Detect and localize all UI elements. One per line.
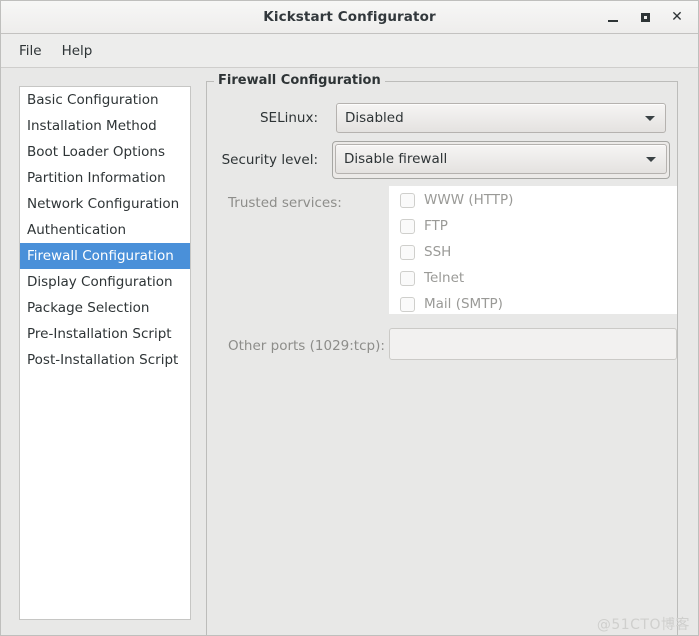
maximize-icon bbox=[640, 12, 650, 22]
sidebar-item-authentication[interactable]: Authentication bbox=[20, 217, 190, 243]
service-label: Telnet bbox=[424, 270, 465, 286]
sidebar-nav-list[interactable]: Basic Configuration Installation Method … bbox=[19, 86, 191, 620]
checkbox-ssh[interactable] bbox=[400, 244, 415, 260]
security-level-row: Security level: Disable firewall bbox=[218, 141, 670, 179]
sidebar-item-network-configuration[interactable]: Network Configuration bbox=[20, 191, 190, 217]
sidebar-item-post-installation-script[interactable]: Post-Installation Script bbox=[20, 347, 190, 373]
other-ports-label: Other ports (1029:tcp): bbox=[228, 338, 385, 354]
service-label: FTP bbox=[424, 218, 448, 234]
menu-help[interactable]: Help bbox=[52, 39, 103, 63]
checkbox-mail-smtp[interactable] bbox=[400, 296, 415, 312]
application-window: Kickstart Configurator ✕ File Help Basic… bbox=[0, 0, 699, 636]
trusted-services-list[interactable]: WWW (HTTP) FTP SSH Telnet Mail (SMTP) bbox=[389, 186, 677, 314]
sidebar-item-partition-information[interactable]: Partition Information bbox=[20, 165, 190, 191]
close-icon: ✕ bbox=[671, 9, 683, 25]
window-controls: ✕ bbox=[598, 1, 692, 33]
service-row[interactable]: Telnet bbox=[390, 265, 676, 291]
minimize-button[interactable] bbox=[598, 4, 628, 30]
service-row[interactable]: SSH bbox=[390, 239, 676, 265]
trusted-services-label: Trusted services: bbox=[228, 195, 342, 211]
checkbox-telnet[interactable] bbox=[400, 270, 415, 286]
service-label: WWW (HTTP) bbox=[424, 192, 514, 208]
firewall-configuration-group: Firewall Configuration SELinux: Disabled… bbox=[206, 73, 678, 635]
close-button[interactable]: ✕ bbox=[662, 4, 692, 30]
checkbox-ftp[interactable] bbox=[400, 218, 415, 234]
sidebar-item-display-configuration[interactable]: Display Configuration bbox=[20, 269, 190, 295]
service-row[interactable]: FTP bbox=[390, 213, 676, 239]
sidebar-item-pre-installation-script[interactable]: Pre-Installation Script bbox=[20, 321, 190, 347]
window-title: Kickstart Configurator bbox=[263, 9, 436, 25]
security-level-value: Disable firewall bbox=[344, 151, 448, 167]
service-label: Mail (SMTP) bbox=[424, 296, 503, 312]
sidebar-item-basic-configuration[interactable]: Basic Configuration bbox=[20, 87, 190, 113]
title-bar: Kickstart Configurator ✕ bbox=[1, 1, 698, 34]
sidebar-item-package-selection[interactable]: Package Selection bbox=[20, 295, 190, 321]
minimize-icon bbox=[608, 19, 618, 22]
maximize-button[interactable] bbox=[630, 4, 660, 30]
security-level-combobox[interactable]: Disable firewall bbox=[335, 144, 667, 174]
security-level-focus-ring: Disable firewall bbox=[332, 141, 670, 179]
service-row[interactable]: WWW (HTTP) bbox=[390, 187, 676, 213]
menu-bar: File Help bbox=[1, 34, 698, 68]
selinux-combobox[interactable]: Disabled bbox=[336, 103, 666, 133]
service-label: SSH bbox=[424, 244, 452, 260]
sidebar-item-firewall-configuration[interactable]: Firewall Configuration bbox=[20, 243, 190, 269]
service-row[interactable]: Mail (SMTP) bbox=[390, 291, 676, 313]
sidebar-item-boot-loader-options[interactable]: Boot Loader Options bbox=[20, 139, 190, 165]
menu-file[interactable]: File bbox=[9, 39, 52, 63]
selinux-value: Disabled bbox=[345, 110, 404, 126]
security-level-label: Security level: bbox=[221, 152, 318, 168]
selinux-row: SELinux: Disabled bbox=[218, 103, 668, 133]
checkbox-www-http[interactable] bbox=[400, 192, 415, 208]
chevron-down-icon bbox=[646, 156, 656, 162]
selinux-label: SELinux: bbox=[259, 110, 318, 126]
watermark: @51CTO博客 bbox=[596, 617, 690, 633]
other-ports-input[interactable] bbox=[389, 328, 677, 360]
content-area: Basic Configuration Installation Method … bbox=[1, 68, 698, 635]
group-title: Firewall Configuration bbox=[214, 73, 385, 88]
sidebar-item-installation-method[interactable]: Installation Method bbox=[20, 113, 190, 139]
chevron-down-icon bbox=[645, 115, 655, 121]
